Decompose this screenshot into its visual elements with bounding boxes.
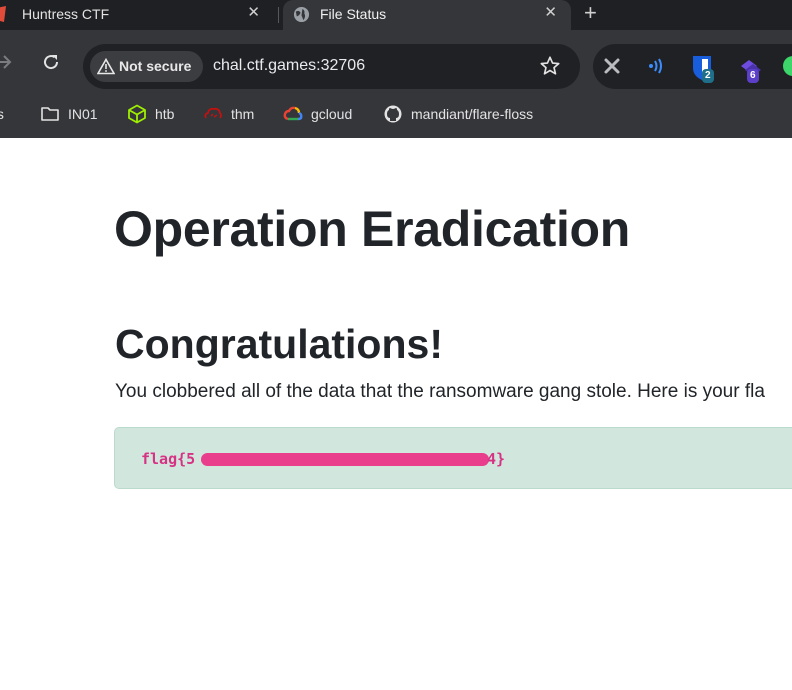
thm-cloud-icon [204,107,222,119]
flag-prefix[interactable]: flag{5 [141,450,195,468]
bookmark-label: ols [0,106,4,122]
github-icon [384,105,402,123]
globe-icon [293,6,310,23]
bookmark-label: IN01 [68,106,98,122]
flag-suffix[interactable]: 4} [487,450,505,468]
bookmark-thm[interactable]: thm [203,104,254,124]
tab-divider [278,7,279,23]
tab-title: File Status [320,6,387,22]
huntress-favicon-icon [0,6,6,22]
bookmark-label: thm [231,106,255,122]
url-text[interactable]: chal.ctf.games:32706 [213,57,365,75]
close-x-extension-icon[interactable] [602,56,622,76]
bookmark-tools[interactable]: ols [0,104,4,124]
security-label: Not secure [119,58,192,74]
bookmark-label: gcloud [311,106,353,122]
address-bar[interactable]: Not secure chal.ctf.games:32706 [83,44,580,89]
bookmark-label: htb [155,106,175,122]
bookmark-in01[interactable]: IN01 [40,104,98,124]
bookmark-gcloud[interactable]: gcloud [283,104,352,124]
stack-badge: 6 [747,69,759,83]
tab-close-icon[interactable]: ✕ [544,3,557,21]
page-content: Operation Eradication Congratulations! Y… [0,138,792,690]
tab-title: Huntress CTF [22,6,110,22]
tab-close-icon[interactable]: ✕ [247,3,260,21]
bookmark-htb[interactable]: htb [127,104,174,124]
flag-alert: flag{5 4} [114,427,792,489]
congratulations-heading: Congratulations! [115,321,443,367]
folder-icon [41,107,59,121]
bookmarks-bar: ols IN01 htb thm gcloud mandia [0,90,792,138]
htb-cube-icon [128,104,146,124]
bookmark-flare-floss[interactable]: mandiant/flare-floss [383,104,533,124]
wireless-extension-icon[interactable] [646,56,668,76]
forward-arrow-icon[interactable] [0,53,14,71]
bookmark-label: mandiant/flare-floss [411,106,534,122]
tab-strip: Huntress CTF ✕ File Status ✕ + [0,0,792,30]
tab-huntress-ctf[interactable]: Huntress CTF ✕ [0,0,278,30]
warning-triangle-icon [97,58,115,75]
bookmark-star-icon[interactable] [539,55,561,77]
redaction-scribble [201,453,489,466]
bitwarden-badge: 2 [702,69,714,83]
security-indicator[interactable]: Not secure [90,51,203,82]
reload-icon[interactable] [41,52,61,72]
extensions-area: 2 6 [593,44,792,89]
page-title: Operation Eradication [114,201,631,257]
new-tab-button[interactable]: + [584,1,597,25]
google-cloud-icon [283,106,303,121]
tab-file-status[interactable]: File Status ✕ [283,0,571,30]
success-message: You clobbered all of the data that the r… [115,381,765,402]
browser-toolbar: Not secure chal.ctf.games:32706 2 6 [0,30,792,90]
green-extension-icon[interactable] [783,56,792,76]
